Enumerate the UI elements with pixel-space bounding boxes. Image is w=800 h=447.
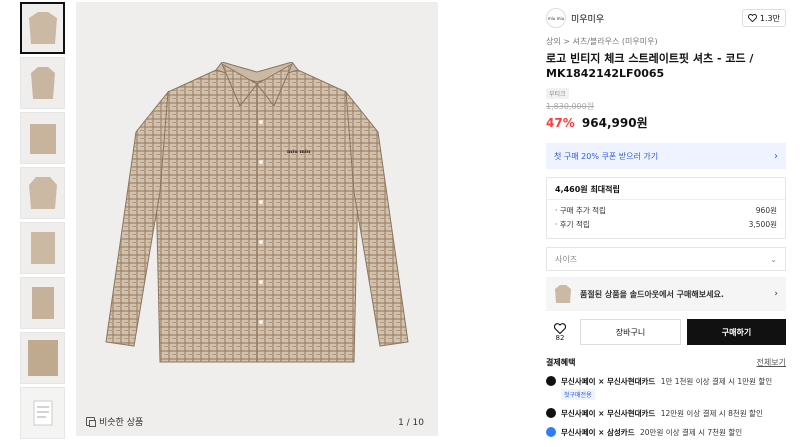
thumbnail-8[interactable] (20, 387, 65, 439)
shirt-thumbnail-icon (28, 12, 57, 44)
points-line: · 후기 적립 3,500원 (555, 218, 777, 232)
similar-products-label: 비슷한 상품 (99, 418, 144, 428)
add-to-cart-button[interactable]: 장바구니 (580, 319, 681, 345)
points-line-value: 3,500원 (748, 220, 777, 229)
shirt-thumbnail-icon (28, 177, 57, 209)
benefit-item: 무신사페이 × 무신사현대카드 12만원 이상 결제 시 8천원 할인 (546, 408, 786, 419)
points-box: 4,460원 최대적립 · 구매 추가 적립 960원 · 후기 적립 3,50… (546, 177, 786, 239)
thumbnail-strip (20, 2, 68, 442)
benefit-sub-badge: 첫구매전용 (561, 389, 595, 400)
product-info-panel: miu miu 미우미우 1.3만 상의 > 셔츠/블라우스 (미우미우) 로고… (546, 0, 786, 438)
points-line-label: · 구매 추가 적립 (555, 206, 606, 215)
shirt-thumbnail-icon (29, 124, 56, 154)
soldout-banner-text: 품절된 상품을 솔드아웃에서 구매해보세요. (580, 289, 724, 299)
thumbnail-5[interactable] (20, 222, 65, 274)
first-purchase-coupon-banner[interactable]: 첫 구매 20% 쿠폰 받으러 가기 › (546, 143, 786, 169)
benefit-content: 무신사페이 × 무신사현대카드 1만 1천원 이상 결제 시 1만원 할인 첫구… (561, 376, 772, 400)
size-select-placeholder: 사이즈 (555, 254, 578, 264)
benefit-content: 무신사페이 × 무신사현대카드 12만원 이상 결제 시 8천원 할인 (561, 408, 763, 419)
chevron-down-icon: ⌄ (770, 254, 777, 264)
benefit-content: 무신사페이 × 삼성카드 20만원 이상 결제 시 7천원 할인 (561, 427, 742, 438)
product-title: 로고 빈티지 체크 스트레이트핏 셔츠 - 코드 / MK1842142LF00… (546, 52, 754, 80)
purchase-actions: 82 장바구니 구매하기 (546, 319, 786, 345)
similar-products-icon (86, 417, 96, 427)
view-all-benefits-link[interactable]: 전체보기 (757, 357, 786, 368)
thumbnail-4[interactable] (20, 167, 65, 219)
wishlist-button[interactable]: 82 (546, 322, 574, 342)
original-price: 1,830,000원 (546, 102, 595, 111)
care-label-icon (33, 400, 52, 426)
thumbnail-3[interactable] (20, 112, 65, 164)
points-line-label: · 후기 적립 (555, 220, 590, 229)
thumbnail-6[interactable] (20, 277, 65, 329)
chevron-right-icon: › (774, 150, 778, 162)
points-line: · 구매 추가 적립 960원 (555, 204, 777, 218)
benefit-partner: 무신사페이 × 무신사현대카드 (561, 377, 656, 386)
discount-rate: 47% (546, 116, 575, 130)
brand-like-count: 1.3만 (759, 13, 780, 23)
sale-price: 964,990원 (581, 116, 648, 130)
payment-benefits-title: 결제혜택 (546, 358, 576, 367)
benefit-text: 20만원 이상 결제 시 7천원 할인 (640, 428, 743, 437)
heart-icon (747, 14, 757, 22)
points-line-value: 960원 (755, 206, 777, 215)
thumbnail-2[interactable] (20, 57, 65, 109)
musinsa-pay-icon (546, 408, 556, 418)
benefit-item: 무신사페이 × 삼성카드 20만원 이상 결제 시 7천원 할인 (546, 427, 786, 438)
points-body: · 구매 추가 적립 960원 · 후기 적립 3,500원 (547, 200, 785, 238)
size-select[interactable]: 사이즈 ⌄ (546, 247, 786, 271)
samsung-card-icon (546, 427, 556, 437)
musinsa-pay-icon (546, 376, 556, 386)
shirt-thumbnail-icon (27, 340, 58, 376)
shirt-logo-embroidery: miu miu (287, 149, 311, 155)
thumbnail-1[interactable] (20, 2, 65, 54)
thumbnail-7[interactable] (20, 332, 65, 384)
wishlist-count: 82 (555, 333, 565, 342)
chevron-right-icon: › (774, 289, 778, 299)
main-product-image[interactable]: miu miu 비슷한 상품 1 / 10 (76, 2, 438, 436)
shirt-thumbnail-icon (555, 285, 571, 303)
brand-name[interactable]: 미우미우 (571, 12, 604, 25)
shirt-thumbnail-icon (31, 287, 54, 319)
benefit-item: 무신사페이 × 무신사현대카드 1만 1천원 이상 결제 시 1만원 할인 첫구… (546, 376, 786, 400)
shirt-thumbnail-icon (30, 232, 55, 264)
shirt-image (105, 62, 409, 363)
image-pager: 1 / 10 (398, 418, 424, 428)
points-header: 4,460원 최대적립 (547, 178, 785, 200)
benefit-partner: 무신사페이 × 무신사현대카드 (561, 409, 656, 418)
soldout-banner[interactable]: 품절된 상품을 솔드아웃에서 구매해보세요. › (546, 277, 786, 311)
coupon-text: 첫 구매 20% 쿠폰 받으러 가기 (554, 151, 659, 161)
heart-icon (554, 322, 566, 334)
benefit-text: 12만원 이상 결제 시 8천원 할인 (660, 409, 763, 418)
price-row: 47% 964,990원 (546, 114, 786, 131)
breadcrumb[interactable]: 상의 > 셔츠/블라우스 (미우미우) (546, 36, 786, 47)
brand-logo[interactable]: miu miu (546, 8, 566, 28)
boutique-badge: 부티크 (546, 88, 569, 99)
buy-now-button[interactable]: 구매하기 (687, 319, 786, 345)
benefit-partner: 무신사페이 × 삼성카드 (561, 428, 635, 437)
brand-row: miu miu 미우미우 1.3만 (546, 0, 786, 36)
brand-like-button[interactable]: 1.3만 (741, 9, 786, 27)
similar-products-button[interactable]: 비슷한 상품 (86, 415, 143, 428)
shirt-thumbnail-icon (30, 67, 55, 99)
benefit-text: 1만 1천원 이상 결제 시 1만원 할인 (660, 377, 773, 386)
payment-benefits-header: 결제혜택 전체보기 (546, 357, 786, 368)
